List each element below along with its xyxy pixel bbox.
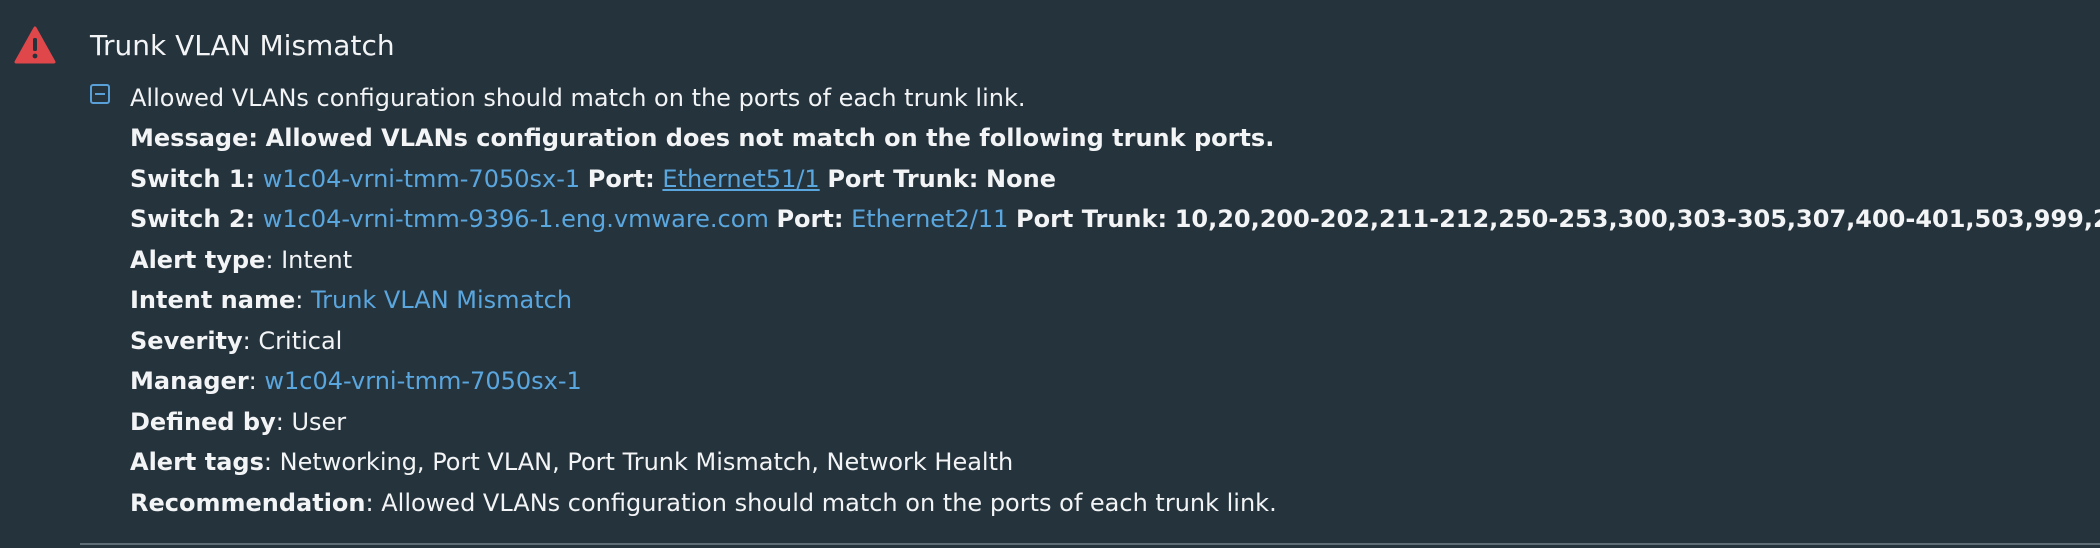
- alert-details: Message: Allowed VLANs configuration doe…: [130, 118, 2100, 523]
- separator: :: [242, 326, 251, 355]
- switch1-link[interactable]: w1c04-vrni-tmm-7050sx-1: [263, 165, 580, 193]
- alert-tags-row: Alert tags: Networking, Port VLAN, Port …: [130, 442, 2100, 483]
- message-label: Message:: [130, 124, 258, 152]
- severity-row: Severity: Critical: [130, 321, 2100, 362]
- defined-by-row: Defined by: User: [130, 402, 2100, 443]
- alert-panel: Trunk VLAN Mismatch Allowed VLANs config…: [0, 0, 2100, 548]
- message-row: Message: Allowed VLANs configuration doe…: [130, 118, 2100, 159]
- divider: [80, 543, 2100, 545]
- manager-link[interactable]: w1c04-vrni-tmm-7050sx-1: [264, 367, 581, 395]
- switch1-label: Switch 1:: [130, 164, 256, 193]
- separator: :: [275, 407, 284, 436]
- collapse-minus-icon[interactable]: [90, 84, 110, 104]
- intent-name-link[interactable]: Trunk VLAN Mismatch: [311, 286, 572, 314]
- warning-triangle-icon: [14, 26, 56, 64]
- switch2-port-link[interactable]: Ethernet2/11: [851, 205, 1008, 233]
- separator: :: [263, 448, 272, 476]
- recommendation-row: Recommendation: Allowed VLANs configurat…: [130, 483, 2100, 524]
- severity-value: Critical: [258, 326, 343, 355]
- switch2-trunk-value: 10,20,200-202,211-212,250-253,300,303-30…: [1174, 205, 2100, 233]
- alert-tags-label: Alert tags: [130, 448, 264, 476]
- defined-by-label: Defined by: [130, 407, 276, 436]
- defined-by-value: User: [291, 407, 347, 436]
- intent-name-row: Intent name: Trunk VLAN Mismatch: [130, 280, 2100, 321]
- intent-name-label: Intent name: [130, 286, 296, 314]
- switch2-port-label: Port:: [776, 205, 844, 233]
- switch1-row: Switch 1: w1c04-vrni-tmm-7050sx-1 Port: …: [130, 159, 2100, 200]
- switch2-trunk-label: Port Trunk:: [1016, 205, 1168, 233]
- message-text: Allowed VLANs configuration does not mat…: [265, 124, 1275, 152]
- alert-title: Trunk VLAN Mismatch: [90, 29, 395, 62]
- alert-type-row: Alert type: Intent: [130, 240, 2100, 281]
- switch2-link[interactable]: w1c04-vrni-tmm-9396-1.eng.vmware.com: [263, 205, 769, 233]
- switch1-trunk-label: Port Trunk:: [827, 164, 979, 193]
- alert-type-value: Intent: [281, 245, 353, 274]
- recommendation-value: Allowed VLANs configuration should match…: [381, 488, 1277, 517]
- switch2-label: Switch 2:: [130, 205, 256, 233]
- separator: :: [248, 367, 257, 395]
- separator: :: [295, 286, 304, 314]
- switch1-port-link[interactable]: Ethernet51/1: [662, 165, 819, 193]
- alert-type-label: Alert type: [130, 245, 266, 274]
- manager-label: Manager: [130, 367, 249, 395]
- separator: :: [265, 245, 274, 274]
- alert-tags-value: Networking, Port VLAN, Port Trunk Mismat…: [279, 448, 1014, 476]
- switch1-port-label: Port:: [587, 164, 655, 193]
- alert-summary: Allowed VLANs configuration should match…: [130, 84, 1026, 112]
- manager-row: Manager: w1c04-vrni-tmm-7050sx-1: [130, 361, 2100, 402]
- severity-label: Severity: [130, 326, 243, 355]
- switch1-trunk-value: None: [986, 164, 1056, 193]
- recommendation-label: Recommendation: [130, 488, 366, 517]
- separator: :: [365, 488, 374, 517]
- switch2-row: Switch 2: w1c04-vrni-tmm-9396-1.eng.vmwa…: [130, 199, 2100, 240]
